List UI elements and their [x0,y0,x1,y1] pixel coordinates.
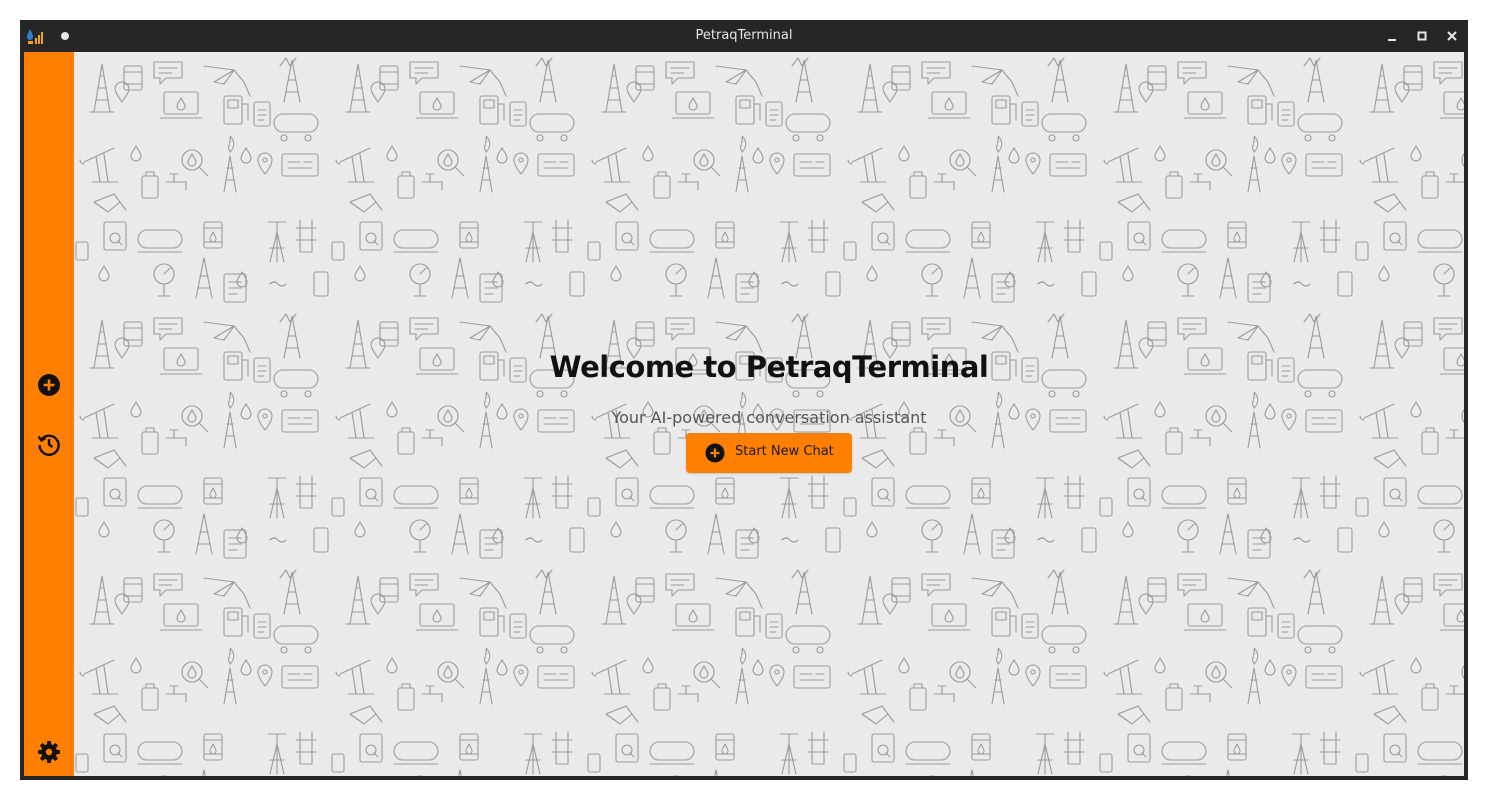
app-window: PetraqTerminal Welcome to PetraqTerminal… [20,20,1468,780]
title-bar[interactable]: PetraqTerminal [20,20,1468,52]
welcome-title: Welcome to PetraqTerminal [549,350,989,384]
minimize-icon[interactable] [1382,26,1402,46]
start-new-chat-button[interactable]: Start New Chat [686,433,852,473]
welcome-subtitle: Your AI-powered conversation assistant [611,408,927,427]
window-frame-right [1464,52,1468,780]
window-frame-bottom [20,776,1468,780]
start-new-chat-label: Start New Chat [735,444,834,459]
maximize-icon[interactable] [1412,26,1432,46]
history-button[interactable] [37,432,61,456]
window-title: PetraqTerminal [695,28,793,43]
close-icon[interactable] [1442,26,1462,46]
plus-circle-icon [705,443,725,463]
settings-button[interactable] [37,740,61,764]
sidebar [24,52,74,776]
new-chat-button[interactable] [37,373,61,397]
main-content: Welcome to PetraqTerminal Your AI-powere… [74,52,1464,776]
